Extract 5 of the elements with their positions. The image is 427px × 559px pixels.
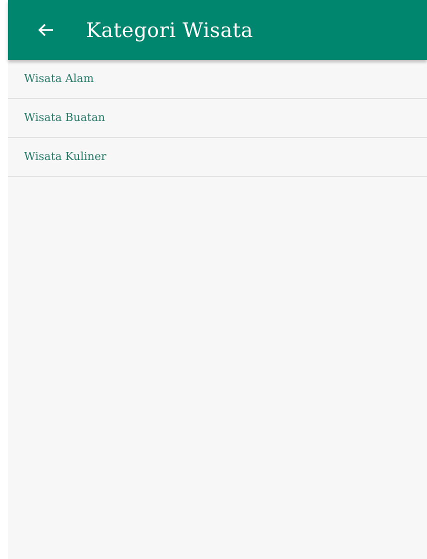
screen-title: Kategori Wisata (86, 18, 254, 42)
back-arrow-icon (38, 23, 54, 37)
category-item[interactable]: Wisata Buatan (8, 99, 427, 138)
category-item[interactable]: Wisata Kuliner (8, 138, 427, 177)
category-item[interactable]: Wisata Alam (8, 60, 427, 99)
